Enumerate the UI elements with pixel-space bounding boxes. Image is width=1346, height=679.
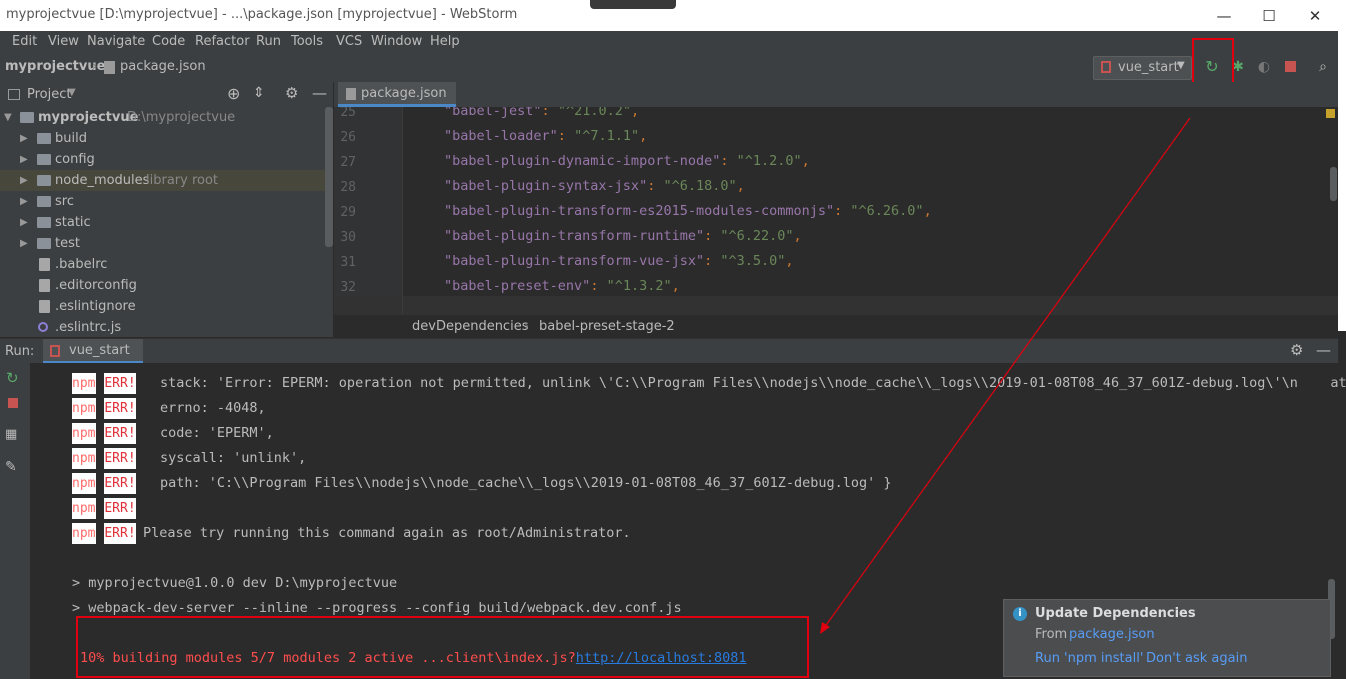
notification-title: Update Dependencies <box>1035 606 1196 621</box>
arrow-line <box>823 117 1191 629</box>
info-icon: i <box>1013 607 1027 621</box>
annotation-arrow <box>820 117 1191 634</box>
update-dependencies-notification: i Update Dependencies From package.json … <box>1003 599 1331 677</box>
notification-from: From <box>1035 627 1068 642</box>
package-json-link[interactable]: package.json <box>1069 627 1155 642</box>
dont-ask-again-link[interactable]: Don't ask again <box>1146 651 1247 666</box>
arrow-head <box>820 622 830 634</box>
run-npm-install-link[interactable]: Run 'npm install' <box>1035 651 1143 666</box>
